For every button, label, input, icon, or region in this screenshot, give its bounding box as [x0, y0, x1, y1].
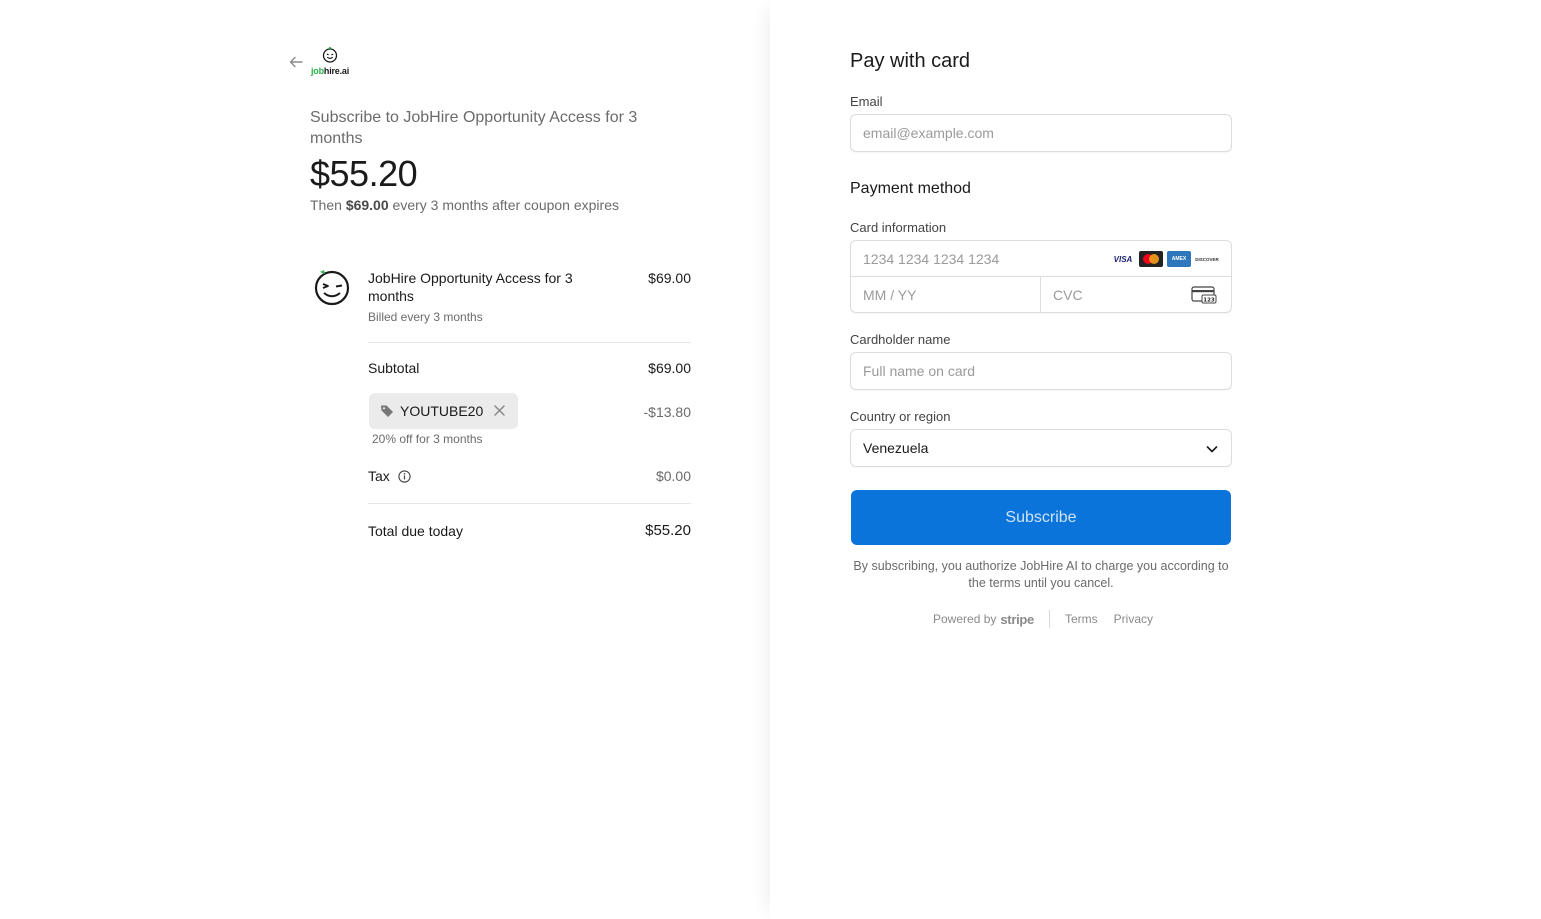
divider: [368, 342, 691, 343]
back-arrow-icon[interactable]: [288, 54, 304, 70]
cvc-card-icon: 123: [1191, 286, 1217, 304]
country-select[interactable]: Venezuela: [850, 429, 1232, 467]
mastercard-icon: [1139, 251, 1163, 267]
visa-icon: VISA: [1111, 251, 1135, 267]
product-billing-interval: Billed every 3 months: [368, 310, 483, 324]
authorization-text: By subscribing, you authorize JobHire AI…: [853, 559, 1229, 590]
card-brands: VISA AMEX DISCOVER: [1111, 251, 1219, 267]
order-summary-panel: jobhire.ai Subscribe to JobHire Opportun…: [0, 0, 770, 919]
terms-link[interactable]: Terms: [1065, 612, 1098, 626]
cardholder-label: Cardholder name: [850, 332, 951, 347]
tax-value: $0.00: [655, 468, 691, 484]
product-price: $69.00: [648, 270, 691, 286]
payment-method-heading: Payment method: [850, 180, 971, 197]
stripe-logo[interactable]: stripe: [1000, 612, 1034, 627]
email-label: Email: [850, 94, 883, 109]
footer-divider: [1048, 610, 1050, 628]
email-field[interactable]: email@example.com: [850, 114, 1232, 152]
card-information-group: 1234 1234 1234 1234 VISA AMEX DISCOVER M…: [850, 240, 1232, 313]
total-label: Total due today: [368, 523, 463, 539]
country-value: Venezuela: [863, 440, 929, 456]
logo-text: jobhire.ai: [311, 66, 350, 76]
tag-icon: [381, 405, 393, 417]
logo-face-icon: [322, 47, 338, 63]
coupon-discount: -$13.80: [643, 404, 691, 420]
svg-text:123: 123: [1203, 297, 1215, 303]
footer: Powered by stripe Terms Privacy: [933, 610, 1169, 628]
powered-by-label: Powered by: [933, 612, 997, 626]
amex-icon: AMEX: [1167, 251, 1191, 267]
renewal-note: Then $69.00 every 3 months after coupon …: [310, 197, 619, 213]
cardholder-name-field[interactable]: Full name on card: [850, 352, 1232, 390]
total-price: $55.20: [310, 153, 418, 194]
cvc-field[interactable]: CVC 123: [1041, 277, 1231, 312]
subtotal-label: Subtotal: [368, 360, 420, 376]
subtotal-value: $69.00: [648, 360, 691, 376]
subscribe-button[interactable]: Subscribe: [851, 490, 1231, 545]
privacy-link[interactable]: Privacy: [1114, 612, 1153, 626]
total-value: $55.20: [645, 522, 691, 539]
product-name: JobHire Opportunity Access for 3 months: [368, 270, 573, 304]
remove-coupon-icon[interactable]: [493, 404, 506, 417]
coupon-note: 20% off for 3 months: [372, 432, 483, 446]
jobhire-logo[interactable]: jobhire.ai: [310, 47, 352, 79]
pay-with-card-title: Pay with card: [850, 50, 971, 72]
chevron-down-icon: [1206, 446, 1218, 453]
divider: [368, 503, 691, 504]
subscription-title: Subscribe to JobHire Opportunity Access …: [310, 109, 638, 147]
info-icon[interactable]: [398, 470, 411, 483]
card-info-label: Card information: [850, 220, 947, 235]
country-label: Country or region: [850, 409, 951, 424]
discover-icon: DISCOVER: [1195, 251, 1219, 267]
coupon-chip[interactable]: YOUTUBE20: [369, 393, 518, 429]
expiry-field[interactable]: MM / YY: [851, 277, 1041, 312]
tax-label: Tax: [368, 468, 390, 484]
coupon-code: YOUTUBE20: [400, 403, 484, 419]
cvc-placeholder: CVC: [1053, 286, 1083, 303]
product-icon: [314, 270, 350, 306]
